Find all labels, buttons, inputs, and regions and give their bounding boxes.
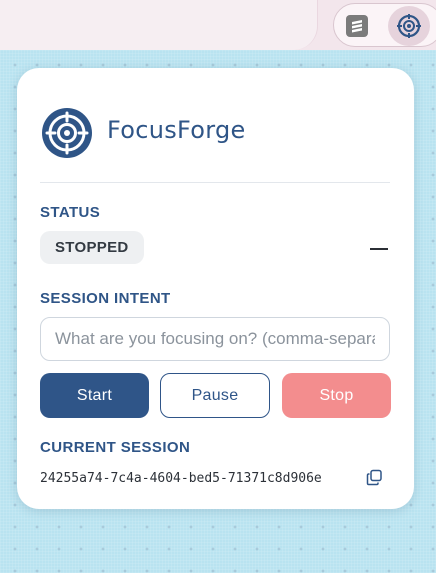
popup-card: FocusForge STATUS STOPPED SESSION INTENT…: [17, 68, 414, 509]
status-badge: STOPPED: [40, 231, 144, 264]
stop-button[interactable]: Stop: [282, 373, 391, 418]
stacked-bars-icon: [346, 15, 368, 37]
app-title: FocusForge: [107, 116, 246, 144]
session-id: 24255a74-7c4a-4604-bed5-71371c8d906e: [40, 471, 322, 486]
current-session-label: CURRENT SESSION: [40, 439, 191, 456]
timer-placeholder-dash: [370, 248, 388, 250]
header-divider: [40, 182, 390, 183]
pause-button[interactable]: Pause: [160, 373, 270, 418]
status-label: STATUS: [40, 204, 101, 221]
target-icon: [397, 14, 421, 38]
copy-icon[interactable]: [366, 469, 383, 486]
browser-toolbar: [0, 0, 436, 50]
address-bar[interactable]: [0, 0, 318, 50]
extension-button-stacks[interactable]: [340, 9, 374, 43]
session-intent-input[interactable]: [40, 317, 390, 361]
session-intent-label: SESSION INTENT: [40, 290, 171, 307]
start-button[interactable]: Start: [40, 373, 149, 418]
extensions-group: [333, 3, 436, 47]
extension-button-focusforge[interactable]: [388, 6, 430, 46]
target-logo-icon: [42, 108, 92, 158]
